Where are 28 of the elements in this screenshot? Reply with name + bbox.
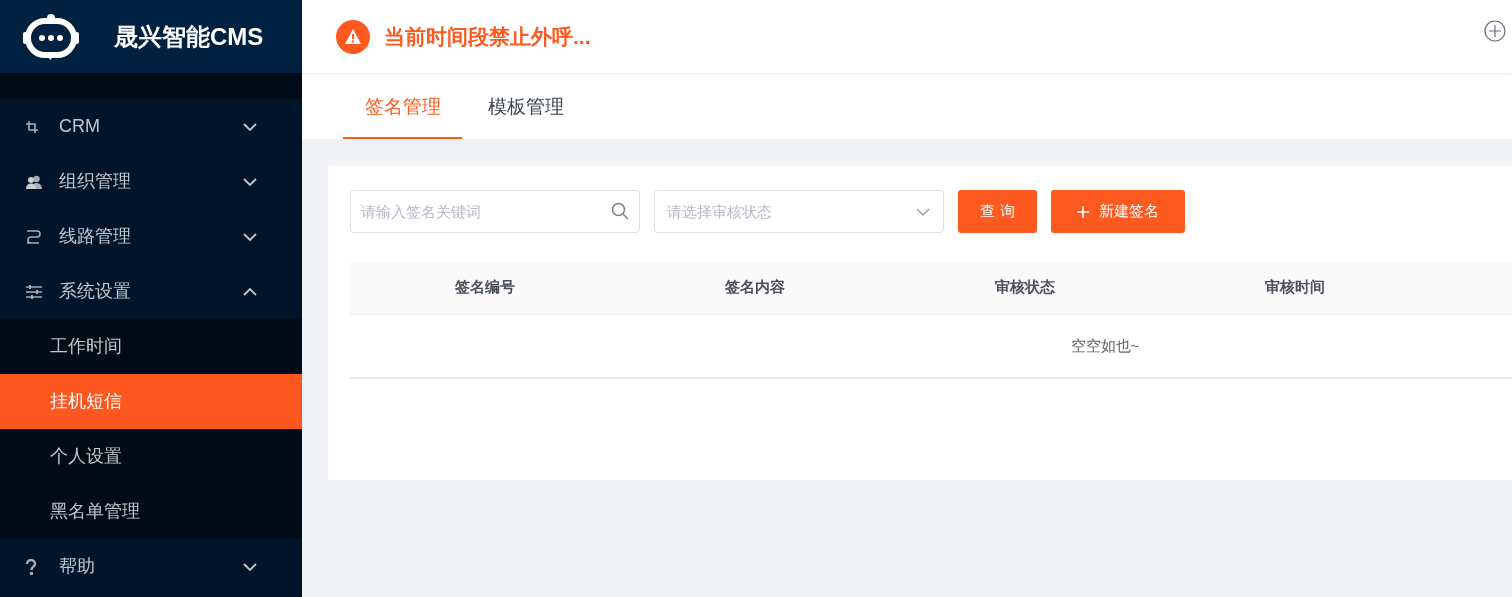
search-icon	[611, 202, 629, 220]
tab[interactable]: 模板管理	[466, 93, 585, 139]
question-icon	[25, 558, 37, 575]
column-header: 审核时间	[1265, 277, 1325, 298]
submenu-item[interactable]: 个人设置	[0, 429, 302, 484]
status-select[interactable]: 请选择审核状态	[654, 190, 944, 233]
menu-item[interactable]: 系统设置	[59, 278, 243, 305]
search-field[interactable]: 请输入签名关键词	[350, 190, 640, 233]
column-header: 签名内容	[725, 277, 785, 298]
column-header: 签名编号	[455, 277, 515, 298]
empty-message: 空空如也~	[1070, 335, 1140, 356]
crop-icon	[25, 119, 39, 134]
menu-item[interactable]: 帮助	[59, 553, 243, 580]
submenu-item[interactable]: 工作时间	[0, 319, 302, 374]
chevron-down-icon	[916, 208, 930, 216]
add-icon[interactable]	[1484, 20, 1506, 42]
menu-item[interactable]: 线路管理	[59, 223, 243, 250]
menu-item[interactable]: CRM	[59, 113, 243, 140]
submenu-item[interactable]: 黑名单管理	[0, 484, 302, 539]
plus-icon	[1077, 205, 1089, 218]
column-header: 审核状态	[995, 277, 1055, 298]
menu-item[interactable]: 组织管理	[59, 168, 243, 195]
people-icon	[25, 174, 43, 189]
alert-message: 当前时间段禁止外呼...	[384, 23, 592, 50]
warning-icon	[336, 19, 370, 54]
sliders-icon	[25, 284, 43, 299]
brand-title: 晟兴智能CMS	[114, 21, 264, 52]
robot-logo-icon	[22, 11, 80, 62]
